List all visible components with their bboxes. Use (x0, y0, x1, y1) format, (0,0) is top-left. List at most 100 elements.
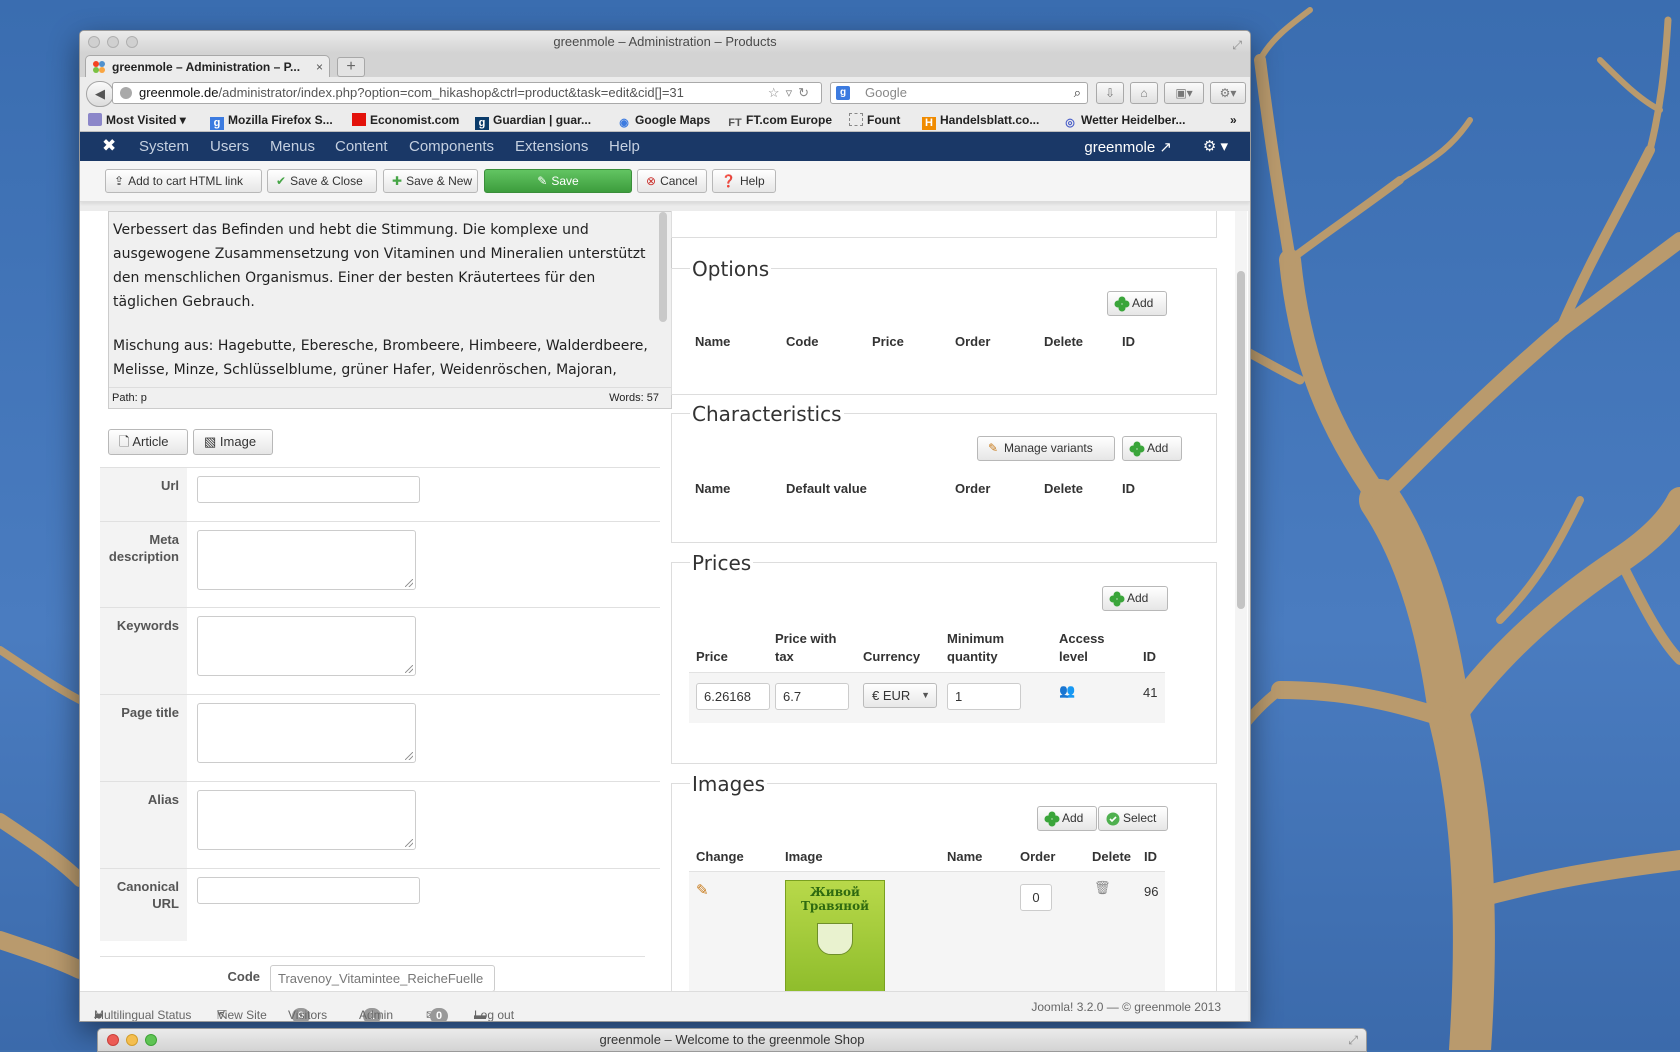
new-tab-button[interactable]: + (337, 57, 365, 77)
page-title-field[interactable] (197, 703, 416, 763)
bookmark-star-icon[interactable]: ☆▿↻ (768, 83, 815, 103)
menu-menus[interactable]: Menus (270, 138, 315, 155)
access-level-icon[interactable]: 👥 (1059, 683, 1075, 699)
product-edit-content: Verbessert das Befinden und hebt die Sti… (80, 211, 1248, 991)
tab-strip: greenmole – Administration – P... × + (80, 53, 1250, 77)
bookmark-google-maps[interactable]: ◉ Google Maps (617, 113, 710, 130)
zoom-window-button[interactable] (126, 36, 138, 48)
save-close-button[interactable]: ✔ Save & Close (267, 169, 377, 193)
description-editor[interactable]: Verbessert das Befinden und hebt die Sti… (108, 211, 672, 409)
second-browser-window[interactable]: greenmole – Welcome to the greenmole Sho… (97, 1028, 1367, 1052)
manage-variants-button[interactable]: ✎ Manage variants (977, 436, 1115, 461)
fullscreen-icon[interactable]: ⤢ (1348, 1029, 1358, 1051)
price-input[interactable]: 6.26168 (696, 683, 770, 710)
images-col-order: Order (1020, 849, 1056, 864)
save-new-button[interactable]: ✚ Save & New (383, 169, 478, 193)
insert-image-button[interactable]: ▧ Image (193, 429, 273, 455)
editor-scrollbar[interactable] (659, 212, 667, 322)
menu-extensions[interactable]: Extensions (515, 138, 588, 155)
help-button[interactable]: ❓ Help (712, 169, 776, 193)
insert-article-button[interactable]: 🗋 Article (108, 429, 188, 455)
search-bar[interactable]: g Google ⌕ (830, 82, 1088, 104)
add-characteristic-button[interactable]: Add (1122, 436, 1182, 461)
browser-tab-active[interactable]: greenmole – Administration – P... × (85, 55, 330, 77)
menu-system[interactable]: System (139, 138, 189, 155)
check-icon: ✔ (276, 174, 287, 188)
bookmark-ft[interactable]: FT FT.com Europe (728, 113, 832, 130)
change-image-icon[interactable]: ✎ (696, 881, 709, 899)
bookmark-guardian[interactable]: g Guardian | guar... (475, 113, 591, 130)
images-col-change: Change (696, 849, 744, 864)
downloads-icon[interactable]: ⇩ (1096, 82, 1124, 104)
menu-content[interactable]: Content (335, 138, 388, 155)
bookmark-fount[interactable]: Fount (849, 113, 900, 127)
currency-select[interactable]: € EUR ▼ (863, 683, 937, 708)
navigation-bar: ◀ greenmole.de/administrator/index.php?o… (80, 77, 1250, 109)
options-col-order: Order (955, 334, 991, 349)
options-col-price: Price (872, 334, 904, 349)
bookmarks-overflow-icon[interactable]: » (1230, 113, 1237, 127)
minimum-quantity-input[interactable]: 1 (947, 683, 1021, 710)
images-fieldset: Images Add Select Change Image Name Orde… (671, 772, 1217, 991)
help-icon: ❓ (721, 174, 736, 188)
page-scrollbar[interactable] (1235, 211, 1247, 991)
meta-description-row: Meta description (100, 521, 660, 608)
price-with-tax-input[interactable]: 6.7 (775, 683, 849, 710)
meta-description-field[interactable] (197, 530, 416, 590)
menu-users[interactable]: Users (210, 138, 249, 155)
bookmarks-menu-icon[interactable]: ▣▾ (1164, 82, 1204, 104)
page-scrollbar-thumb[interactable] (1237, 271, 1245, 609)
select-image-button[interactable]: Select (1098, 806, 1168, 831)
add-price-button[interactable]: Add (1102, 586, 1168, 611)
alias-field[interactable] (197, 790, 416, 850)
code-field[interactable]: Travenoy_Vitamintee_ReicheFuelle (270, 965, 495, 991)
bookmark-economist[interactable]: Economist.com (352, 113, 459, 127)
addons-icon[interactable]: ⚙▾ (1210, 82, 1246, 104)
messages-badge: 0 (430, 1008, 448, 1021)
menu-components[interactable]: Components (409, 138, 494, 155)
close-window-button[interactable] (107, 1034, 119, 1046)
folder-icon (88, 113, 102, 126)
canonical-url-field[interactable] (197, 877, 420, 904)
joomla-logo-icon[interactable]: ✖ (102, 137, 120, 155)
delete-image-icon[interactable]: 🗑 (1094, 880, 1111, 896)
back-button[interactable]: ◀ (86, 81, 114, 107)
images-col-image: Image (785, 849, 823, 864)
add-option-button[interactable]: Add (1107, 291, 1167, 316)
images-col-id: ID (1144, 849, 1157, 864)
search-icon[interactable]: ⌕ (1074, 83, 1081, 103)
bookmark-wetter[interactable]: ◎ Wetter Heidelber... (1063, 113, 1185, 130)
home-icon[interactable]: ⌂ (1130, 82, 1158, 104)
add-to-cart-link-button[interactable]: ⇪ Add to cart HTML link (105, 169, 262, 193)
bookmark-handelsblatt[interactable]: H Handelsblatt.co... (922, 113, 1039, 130)
minimize-window-button[interactable] (107, 36, 119, 48)
editor-word-count: Words: 57 (609, 392, 659, 404)
minimize-window-button[interactable] (126, 1034, 138, 1046)
cancel-button[interactable]: ⊗ Cancel (637, 169, 707, 193)
url-bar[interactable]: greenmole.de/administrator/index.php?opt… (112, 82, 822, 104)
product-thumbnail[interactable]: Живой Травяной (785, 880, 885, 991)
bookmark-mozilla[interactable]: g Mozilla Firefox S... (210, 113, 333, 130)
keywords-field[interactable] (197, 616, 416, 676)
close-window-button[interactable] (88, 36, 100, 48)
teacup-icon (817, 923, 853, 955)
characteristics-title: Characteristics (690, 402, 844, 426)
chevron-down-icon: ▼ (921, 690, 930, 700)
close-tab-icon[interactable]: × (316, 56, 323, 77)
url-field[interactable] (197, 476, 420, 503)
alias-label: Alias (100, 782, 187, 869)
menu-help[interactable]: Help (609, 138, 640, 155)
bookmark-most-visited[interactable]: Most Visited ▾ (88, 113, 186, 127)
save-button[interactable]: ✎ Save (484, 169, 632, 193)
characteristics-col-default: Default value (786, 481, 867, 496)
add-image-button[interactable]: Add (1037, 806, 1097, 831)
images-col-delete: Delete (1092, 849, 1132, 864)
user-settings-gear-icon[interactable]: ⚙ ▾ (1203, 137, 1228, 155)
zoom-window-button[interactable] (145, 1034, 157, 1046)
google-engine-icon[interactable]: g (836, 86, 850, 100)
second-window-title: greenmole – Welcome to the greenmole Sho… (599, 1032, 865, 1047)
site-identity-icon[interactable] (120, 87, 132, 99)
image-order-input[interactable]: 0 (1020, 884, 1052, 911)
site-link[interactable]: greenmole ↗ (1084, 138, 1172, 156)
window-title: greenmole – Administration – Products (553, 34, 777, 49)
